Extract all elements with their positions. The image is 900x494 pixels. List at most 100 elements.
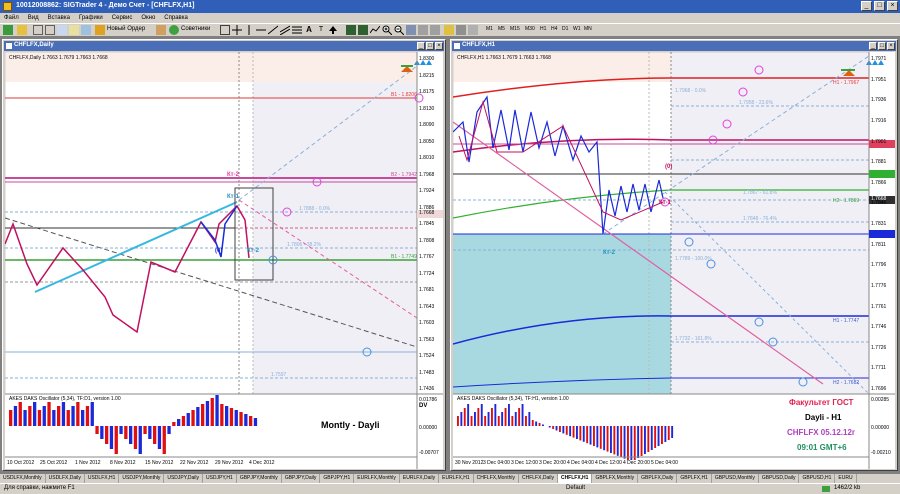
- meta-editor-icon[interactable]: [156, 25, 166, 35]
- menu-help[interactable]: Справка: [164, 13, 188, 23]
- market-watch-icon[interactable]: [33, 25, 43, 35]
- title-bar: 10012008862: SIGTrader 4 - Демо Счет - […: [0, 0, 900, 13]
- oscillator-bar: [95, 426, 99, 434]
- oscillator-bar: [244, 414, 248, 426]
- oscillator-bar: [167, 426, 171, 434]
- toolbar: Новый Ордер Советники A T M1 M5 M15 M30 …: [0, 23, 900, 37]
- indicators-icon[interactable]: [444, 25, 454, 35]
- fibo-icon[interactable]: [292, 25, 302, 35]
- oscillator-bar: [201, 404, 205, 426]
- chart-shift-icon[interactable]: [430, 25, 440, 35]
- zoom-in-icon[interactable]: [382, 25, 393, 36]
- profiles-icon[interactable]: [17, 25, 27, 35]
- bar-chart-icon[interactable]: [346, 25, 356, 35]
- label-tool-icon[interactable]: T: [316, 25, 326, 35]
- tf-m15[interactable]: M15: [510, 26, 520, 32]
- menu-view[interactable]: Вид: [28, 13, 39, 23]
- chart-close-button[interactable]: ×: [887, 42, 895, 50]
- oscillator-bar: [9, 410, 13, 426]
- tester-icon[interactable]: [81, 25, 91, 35]
- tf-h1[interactable]: H1: [540, 26, 546, 32]
- advisors-icon[interactable]: [169, 25, 179, 35]
- fibo-low-label: 1.7597: [271, 372, 287, 378]
- menu-charts[interactable]: Графики: [79, 13, 103, 23]
- data-window-icon[interactable]: [45, 25, 55, 35]
- crosshair-icon[interactable]: [232, 25, 242, 35]
- level-h2-blue-label: H2 - 1.7682: [833, 380, 860, 386]
- tf-w1[interactable]: W1: [573, 26, 581, 32]
- price-tick: 1.7524: [419, 353, 435, 359]
- date-tick: 4 Dec 04:00: [567, 460, 594, 466]
- channel-icon[interactable]: [279, 25, 291, 36]
- chart-close-button[interactable]: ×: [435, 42, 443, 50]
- chart-window-header[interactable]: CHFLFX,H1 _ □ ×: [452, 41, 896, 51]
- chart-minimize-button[interactable]: _: [869, 42, 877, 50]
- zoom-out-icon[interactable]: [394, 25, 405, 36]
- chart-minimize-button[interactable]: _: [417, 42, 425, 50]
- chart-maximize-button[interactable]: □: [878, 42, 886, 50]
- menu-file[interactable]: Файл: [4, 13, 19, 23]
- minimize-button[interactable]: _: [861, 1, 872, 11]
- candle-chart-icon[interactable]: [358, 25, 368, 35]
- oscillator-bar: [504, 408, 507, 426]
- tf-mn[interactable]: MN: [584, 26, 592, 32]
- price-tick: 1.7696: [871, 386, 887, 392]
- price-tick: 1.7845: [419, 221, 435, 227]
- periods-icon[interactable]: [456, 25, 466, 35]
- oscillator-bar: [623, 426, 626, 459]
- new-order-icon[interactable]: [95, 25, 105, 35]
- tf-m1[interactable]: M1: [486, 26, 493, 32]
- maximize-button[interactable]: □: [874, 1, 885, 11]
- oscillator-bar: [480, 404, 483, 426]
- tf-d1[interactable]: D1: [562, 26, 568, 32]
- tile-windows-icon[interactable]: [406, 25, 416, 35]
- oscillator-bar: [667, 426, 670, 440]
- close-button[interactable]: ×: [887, 1, 898, 11]
- chart-window-daily[interactable]: CHFLFX,Daily _ □ × CHFLFX,Daily 1.7663 1…: [2, 39, 446, 471]
- terminal-icon[interactable]: [69, 25, 79, 35]
- price-tick: 1.7881: [871, 159, 887, 166]
- new-order-button[interactable]: Новый Ордер: [107, 26, 145, 32]
- vline-icon[interactable]: [244, 25, 254, 35]
- line-chart-icon[interactable]: [369, 25, 381, 35]
- new-chart-icon[interactable]: [3, 25, 13, 35]
- tf-h4[interactable]: H4: [551, 26, 557, 32]
- price-tick: 1.7916: [871, 117, 887, 124]
- oscillator-bar: [234, 410, 238, 426]
- price-tick: 1.7726: [871, 344, 887, 351]
- oscillator-label: AKES DAKS Oscillator (5,34), TF:D1, vers…: [9, 396, 121, 402]
- cursor-icon[interactable]: [220, 25, 230, 35]
- oscillator-bar: [610, 426, 612, 453]
- tf-m5[interactable]: M5: [498, 26, 505, 32]
- oscillator-bar: [518, 408, 521, 426]
- status-traffic: 1462/2 kb: [834, 485, 861, 491]
- templates-icon[interactable]: [468, 25, 478, 35]
- price-tick: 1.8090: [419, 122, 435, 128]
- date-tick: 5 Dec 04:00: [651, 460, 678, 466]
- chart-plot-area[interactable]: CHFLFX,H1 1.7663 1.7679 1.7663 1.7668 H1…: [453, 52, 895, 469]
- oscillator-bar: [508, 404, 510, 426]
- oscillator-bar: [494, 404, 497, 426]
- oscillator-bar: [657, 426, 660, 446]
- navigator-icon[interactable]: [57, 25, 67, 35]
- chart-maximize-button[interactable]: □: [426, 42, 434, 50]
- text-tool-icon[interactable]: A: [304, 25, 314, 35]
- chart-window-header[interactable]: CHFLFX,Daily _ □ ×: [4, 41, 444, 51]
- trendline-icon[interactable]: [267, 25, 279, 35]
- menu-window[interactable]: Окно: [141, 13, 155, 23]
- chart-plot-area[interactable]: CHFLFX,Daily 1.7663 1.7679 1.7663 1.7668…: [5, 52, 443, 469]
- osc-tick-mid: 0.00000: [419, 425, 438, 431]
- oscillator-bar: [538, 423, 541, 426]
- autoscroll-icon[interactable]: [418, 25, 428, 35]
- hline-icon[interactable]: [256, 25, 266, 35]
- level-b2-label: B2 - 1.7942: [391, 172, 417, 178]
- chart-window-h1[interactable]: CHFLFX,H1 _ □ × CHFLFX,H1 1.7663 1.7679 …: [450, 39, 898, 471]
- oscillator-bar: [603, 426, 606, 451]
- arrows-icon[interactable]: [328, 25, 338, 35]
- advisors-button[interactable]: Советники: [181, 26, 210, 32]
- tf-m30[interactable]: M30: [525, 26, 535, 32]
- oscillator-bar: [521, 404, 524, 426]
- menu-insert[interactable]: Вставка: [48, 13, 70, 23]
- osc-tick-mid: 0.00000: [871, 425, 890, 431]
- menu-tools[interactable]: Сервис: [112, 13, 133, 23]
